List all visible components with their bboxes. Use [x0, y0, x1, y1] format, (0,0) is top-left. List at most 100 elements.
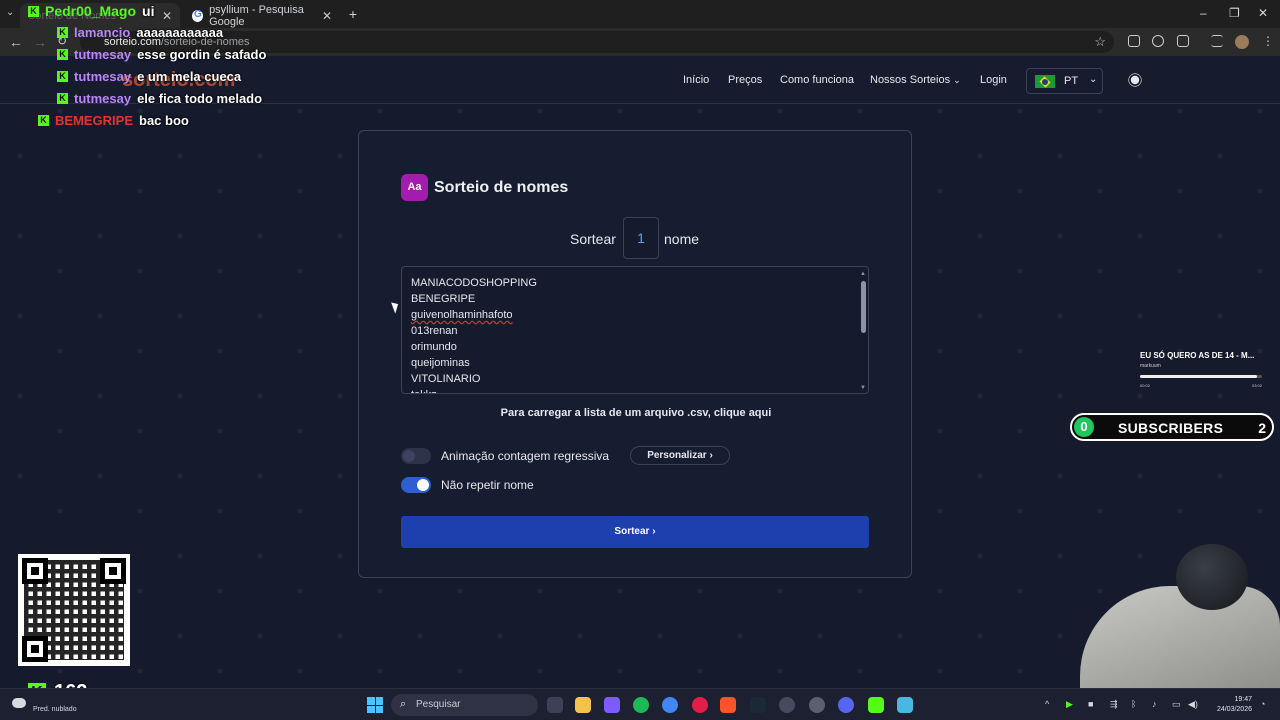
tray-app-icon[interactable]: ⇶ — [1110, 699, 1118, 710]
file-explorer-icon[interactable] — [575, 697, 591, 713]
weather-text[interactable]: Pred. nublado — [33, 706, 77, 713]
steam-icon[interactable] — [750, 697, 766, 713]
start-tile — [367, 697, 375, 705]
taskbar: Pred. nublado ⌕ Pesquisar ^ ▶ ■ ⇶ ᛒ ♪ ▭ … — [0, 688, 1280, 720]
opera-icon[interactable] — [692, 697, 708, 713]
task-view-icon[interactable] — [547, 697, 563, 713]
menu-icon[interactable]: ⋮ — [1262, 34, 1274, 48]
sortear-label: Sortear — [570, 231, 616, 247]
chat-message: K BEMEGRIPE bac boo — [38, 113, 189, 128]
avatar[interactable] — [1235, 35, 1249, 49]
kick-icon[interactable] — [868, 697, 884, 713]
brazil-flag-icon — [1035, 75, 1055, 88]
personalize-label: Personalizar — [647, 450, 707, 461]
scroll-thumb[interactable] — [861, 281, 866, 333]
kick-badge-icon: K — [57, 27, 68, 38]
bookmark-star-icon[interactable]: ☆ — [1094, 34, 1106, 50]
subscriber-goal: 0 SUBSCRIBERS 2 — [1070, 413, 1274, 441]
microphone-icon[interactable]: ♪ — [1152, 699, 1157, 709]
new-tab-button[interactable]: + — [344, 6, 362, 22]
close-icon[interactable]: ✕ — [322, 9, 332, 23]
chat-message: K tutmesay esse gordin é safado — [57, 47, 266, 62]
draw-button[interactable]: Sortear › — [401, 516, 869, 548]
taskbar-search[interactable]: ⌕ Pesquisar — [391, 694, 538, 716]
kick-badge-icon: K — [57, 93, 68, 104]
webcam-feed — [1076, 540, 1280, 690]
cloud-icon[interactable] — [12, 698, 26, 708]
webcam-head — [1176, 544, 1248, 610]
kick-badge-icon: K — [38, 115, 49, 126]
maximize-icon[interactable]: ❐ — [1229, 6, 1240, 20]
app-icon[interactable] — [809, 697, 825, 713]
song-elapsed: 00:02 — [1140, 383, 1151, 388]
subscriber-label: SUBSCRIBERS — [1118, 420, 1224, 436]
search-placeholder: Pesquisar — [416, 699, 461, 710]
close-window-icon[interactable]: ✕ — [1258, 6, 1268, 20]
chat-user: lamancio — [74, 25, 131, 40]
toggle-knob — [403, 450, 415, 462]
subscriber-current: 0 — [1074, 417, 1094, 437]
network-icon[interactable]: ▭ — [1172, 699, 1181, 710]
puzzle-icon[interactable] — [1177, 35, 1189, 47]
chat-text: aaaaaaaaaaaa — [136, 25, 224, 40]
countdown-toggle[interactable] — [401, 448, 431, 464]
minimize-icon[interactable]: – — [1200, 6, 1207, 20]
list-item: orimundo — [411, 341, 457, 353]
qr-finder — [100, 558, 126, 584]
bluetooth-icon[interactable]: ᛒ — [1131, 699, 1136, 709]
tray-app-icon[interactable]: ▶ — [1066, 699, 1073, 710]
notification-icon[interactable]: ◔ — [1260, 699, 1265, 709]
spotify-icon[interactable] — [633, 697, 649, 713]
tray-app-icon[interactable]: ■ — [1088, 699, 1093, 709]
no-repeat-toggle[interactable] — [401, 477, 431, 493]
now-playing-widget: EU SÓ QUERO AS DE 14 - M... markuum 00:0… — [1132, 344, 1268, 400]
csv-upload-link[interactable]: Para carregar a lista de um arquivo .csv… — [359, 407, 913, 419]
qr-finder — [22, 636, 48, 662]
toggle-knob — [417, 479, 429, 491]
theme-toggle-sun-icon[interactable] — [1130, 75, 1140, 85]
nav-como-funciona[interactable]: Como funciona — [780, 74, 854, 86]
brave-icon[interactable] — [720, 697, 736, 713]
qr-finder — [22, 558, 48, 584]
names-textarea[interactable]: MANIACODOSHOPPING BENEGRIPE guivenolhami… — [401, 266, 869, 394]
card-title: Sorteio de nomes — [434, 179, 569, 196]
media-icon[interactable] — [1211, 35, 1223, 47]
chevron-right-icon: › — [652, 526, 656, 537]
clock-time: 19:47 — [1234, 696, 1252, 703]
extension-icon[interactable] — [1152, 35, 1164, 47]
chevron-up-icon[interactable]: ^ — [1045, 699, 1049, 709]
list-item: tekkz — [411, 387, 537, 393]
chat-text: ele fica todo melado — [137, 91, 263, 106]
personalize-button[interactable]: Personalizar › — [630, 446, 730, 465]
song-progress-bar — [1140, 375, 1262, 378]
draw-card: Aa Sorteio de nomes Sortear 1 nome MANIA… — [358, 130, 912, 578]
scroll-up-icon[interactable]: ▲ — [860, 271, 866, 277]
app-icon[interactable] — [779, 697, 795, 713]
nav-precos[interactable]: Preços — [728, 74, 762, 86]
quantity-unit: nome — [664, 231, 700, 247]
language-select[interactable]: PT ⌄ — [1026, 68, 1103, 94]
kick-badge-icon: K — [57, 49, 68, 60]
quantity-input[interactable]: 1 — [623, 217, 659, 259]
nav-login[interactable]: Login — [980, 74, 1007, 86]
app-icon[interactable] — [604, 697, 620, 713]
notepad-icon[interactable] — [897, 697, 913, 713]
scrollbar[interactable]: ▲ ▼ — [860, 271, 866, 391]
language-code: PT — [1064, 75, 1079, 87]
list-item: BENEGRIPE — [411, 293, 476, 305]
chrome-icon[interactable] — [662, 697, 678, 713]
webcam-blanket — [1080, 586, 1280, 690]
discord-icon[interactable] — [838, 697, 854, 713]
start-button[interactable] — [367, 697, 383, 713]
scroll-down-icon[interactable]: ▼ — [860, 385, 866, 391]
nav-inicio[interactable]: Início — [683, 74, 709, 86]
volume-icon[interactable]: ◀) — [1188, 699, 1198, 710]
chat-message: K tutmesay e um mela cueca — [57, 69, 241, 84]
chat-text: ui — [142, 3, 155, 19]
nav-nossos-sorteios[interactable]: Nossos Sorteios ⌄ — [870, 74, 961, 86]
system-clock[interactable]: 19:47 24/03/2026 — [1212, 695, 1252, 715]
qr-code — [18, 554, 130, 666]
extension-icon[interactable] — [1128, 35, 1140, 47]
kick-badge-icon: K — [57, 71, 68, 82]
chevron-right-icon: › — [709, 450, 713, 461]
